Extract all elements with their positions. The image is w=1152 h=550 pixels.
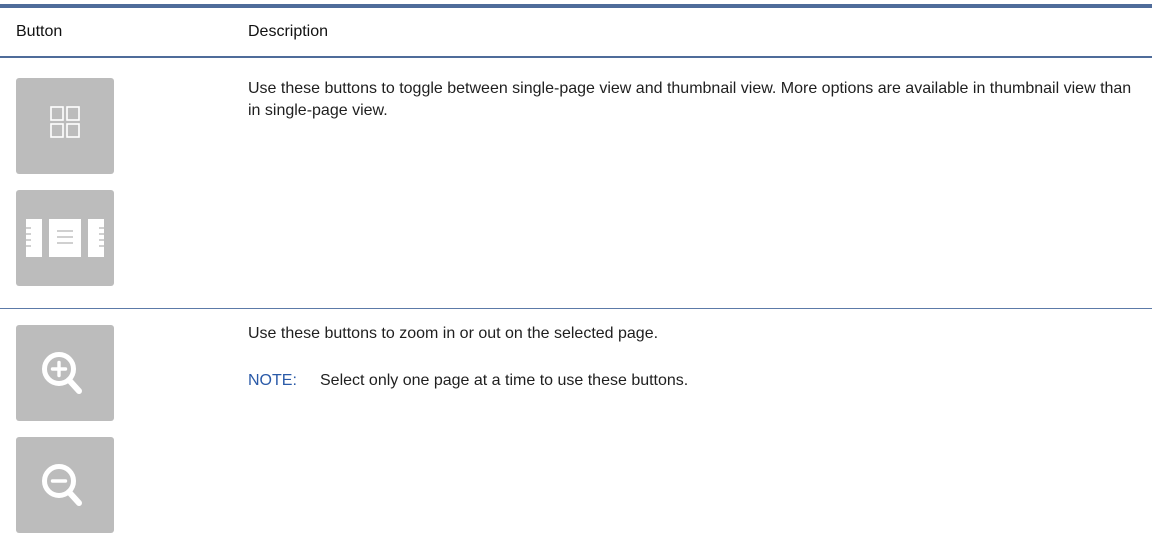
row-1-description: Use these buttons to toggle between sing… [248, 80, 1132, 119]
row-divider [0, 308, 1152, 309]
thumbnail-view-button[interactable] [16, 78, 114, 174]
zoom-in-icon [42, 352, 82, 394]
header-description: Description [248, 23, 329, 40]
header-button: Button [16, 23, 63, 40]
note-label: NOTE: [248, 372, 297, 389]
single-page-view-button[interactable] [16, 190, 114, 286]
zoom-out-button[interactable] [16, 437, 114, 533]
table-header-row: Button Description [0, 8, 1152, 56]
note-text: Select only one page at a time to use th… [320, 372, 689, 389]
header-rule [0, 56, 1152, 58]
single-page-view-icon [26, 219, 104, 257]
note: NOTE: Select only one page at a time to u… [248, 370, 688, 392]
zoom-out-icon [42, 464, 82, 506]
zoom-in-button[interactable] [16, 325, 114, 421]
thumbnail-view-icon [50, 106, 80, 138]
row-2-description: Use these buttons to zoom in or out on t… [248, 325, 659, 342]
